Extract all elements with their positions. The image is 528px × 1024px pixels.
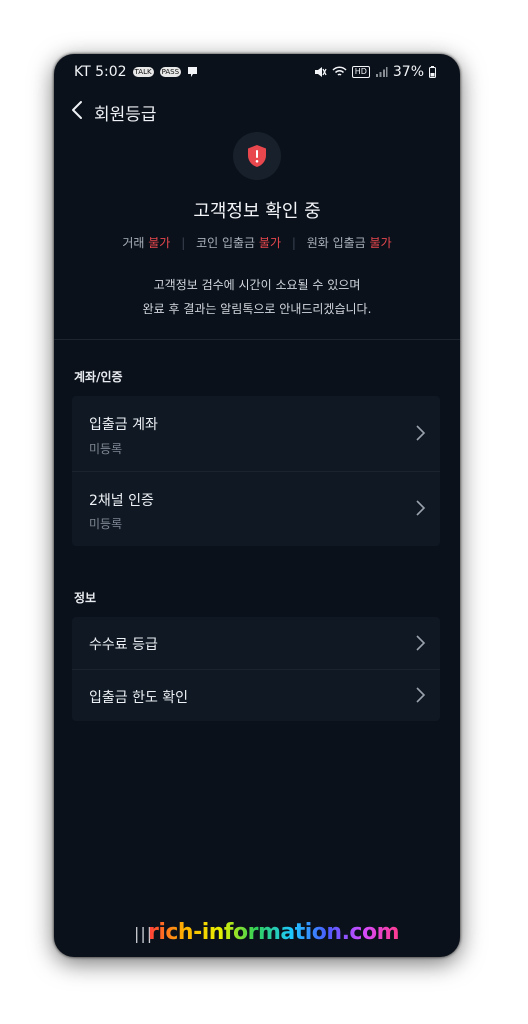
pass-badge-icon: PASS bbox=[159, 67, 182, 77]
page-title: 회원등급 bbox=[94, 105, 157, 125]
section-title-account: 계좌/인증 bbox=[74, 370, 123, 384]
verification-status-title: 고객정보 확인 중 bbox=[193, 201, 321, 222]
account-card: 입출금 계좌 미등록 2채널 인증 미등록 bbox=[72, 396, 440, 546]
list-item-deposit-account[interactable]: 입출금 계좌 미등록 bbox=[72, 396, 440, 471]
watermark-text: rich-information.com bbox=[148, 920, 400, 945]
battery-icon bbox=[429, 66, 436, 78]
top-app-bar: 회원등급 bbox=[54, 94, 460, 128]
list-item-title: 입출금 한도 확인 bbox=[89, 690, 189, 706]
limit-status-coin: 불가 bbox=[258, 236, 281, 250]
network-type: HD bbox=[351, 66, 370, 78]
limit-label-trade: 거래 bbox=[122, 236, 145, 250]
notice-line-2: 완료 후 결과는 알림톡으로 안내드리겠습니다. bbox=[142, 302, 372, 316]
shield-badge bbox=[233, 132, 281, 180]
chevron-right-icon bbox=[416, 687, 426, 703]
limit-status-krw: 불가 bbox=[369, 236, 392, 250]
wifi-icon bbox=[332, 66, 347, 76]
mute-icon bbox=[314, 67, 327, 77]
chevron-right-icon bbox=[416, 635, 426, 651]
list-item-subtitle: 미등록 bbox=[89, 517, 123, 531]
list-item-withdrawal-limit[interactable]: 입출금 한도 확인 bbox=[72, 669, 440, 721]
notice-line-1: 고객정보 검수에 시간이 소요될 수 있으며 bbox=[153, 278, 361, 292]
chevron-right-icon bbox=[416, 500, 426, 516]
section-divider bbox=[54, 339, 460, 340]
battery-percent: 37% bbox=[392, 64, 424, 80]
limit-status-trade: 불가 bbox=[148, 236, 171, 250]
talk-badge-icon: TALK bbox=[132, 67, 154, 77]
divider: | bbox=[291, 236, 296, 250]
signal-icon bbox=[375, 67, 388, 77]
phone-screen: KT 5:02 TALK PASS HD 37% 회원등급 고객정보 확인 중 … bbox=[54, 54, 460, 957]
chevron-right-icon bbox=[416, 425, 426, 441]
list-item-two-channel-auth[interactable]: 2채널 인증 미등록 bbox=[72, 471, 440, 546]
info-card: 수수료 등급 입출금 한도 확인 bbox=[72, 617, 440, 721]
list-item-title: 수수료 등급 bbox=[89, 637, 158, 653]
section-title-info: 정보 bbox=[74, 591, 97, 605]
list-item-fee-grade[interactable]: 수수료 등급 bbox=[72, 617, 440, 669]
list-item-subtitle: 미등록 bbox=[89, 442, 123, 456]
back-arrow-icon[interactable] bbox=[68, 98, 88, 122]
limit-label-krw: 원화 입출금 bbox=[306, 236, 366, 250]
list-item-title: 입출금 계좌 bbox=[89, 417, 158, 433]
status-bar: KT 5:02 TALK PASS HD 37% bbox=[54, 62, 460, 84]
limit-label-coin: 코인 입출금 bbox=[196, 236, 256, 250]
message-icon bbox=[188, 67, 198, 77]
list-item-title: 2채널 인증 bbox=[89, 493, 154, 509]
restriction-summary: 거래 불가 | 코인 입출금 불가 | 원화 입출금 불가 bbox=[54, 234, 460, 251]
review-notice: 고객정보 검수에 시간이 소요될 수 있으며 완료 후 결과는 알림톡으로 안내… bbox=[54, 273, 460, 321]
warning-shield-icon bbox=[248, 145, 266, 167]
carrier-time: KT 5:02 bbox=[74, 64, 127, 80]
divider: | bbox=[181, 236, 186, 250]
